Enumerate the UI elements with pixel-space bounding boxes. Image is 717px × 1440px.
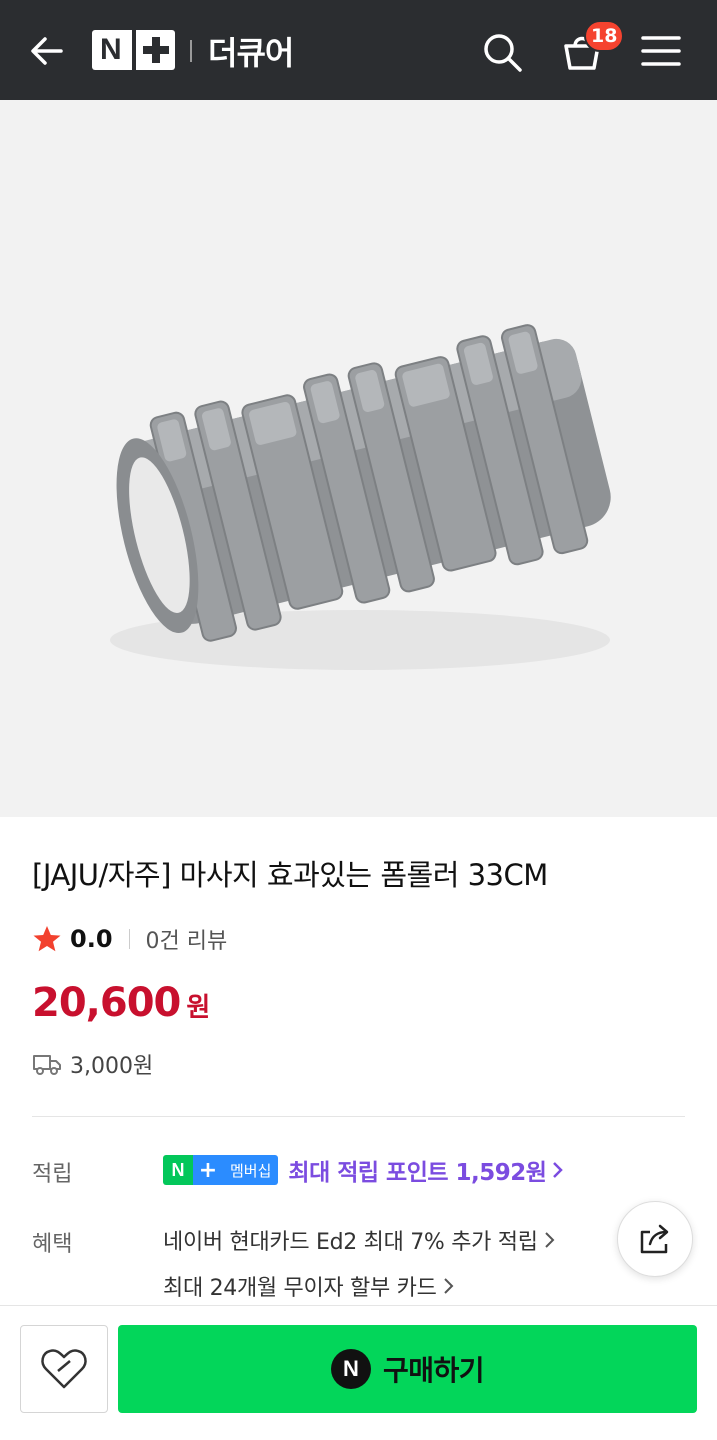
- logo-divider: [132, 30, 136, 70]
- top-app-bar: N 더큐어 18: [0, 0, 717, 100]
- back-arrow-icon[interactable]: [22, 26, 72, 76]
- logo-n-letter: N: [100, 33, 122, 66]
- truck-icon: [33, 1055, 61, 1075]
- section-divider: [32, 1116, 685, 1117]
- header-divider: [190, 40, 192, 62]
- badge-plus-icon: +: [193, 1155, 223, 1185]
- installment-offer-link[interactable]: 최대 24개월 무이자 할부 카드: [163, 1270, 455, 1302]
- share-button[interactable]: [617, 1201, 693, 1277]
- shipping-fee-row: 3,000원: [32, 1048, 153, 1080]
- chevron-right-icon: [443, 1278, 453, 1294]
- share-icon: [640, 1224, 669, 1254]
- chevron-right-icon: [553, 1162, 564, 1178]
- price-value: 20,600: [32, 980, 181, 1026]
- logo-plus-icon: [143, 37, 169, 63]
- badge-membership-text: 멤버십: [223, 1155, 279, 1185]
- points-label: 적립: [32, 1162, 73, 1187]
- menu-icon[interactable]: [636, 26, 686, 76]
- rating-row[interactable]: 0.0 0건 리뷰: [32, 922, 227, 956]
- naver-plus-store-logo[interactable]: N: [92, 30, 175, 70]
- wishlist-button[interactable]: [20, 1325, 108, 1413]
- installment-offer-text: 최대 24개월 무이자 할부 카드: [163, 1276, 437, 1301]
- buy-label: 구매하기: [382, 1354, 485, 1387]
- badge-n-letter: N: [163, 1155, 193, 1185]
- heart-icon: [41, 1349, 87, 1389]
- store-name[interactable]: 더큐어: [208, 28, 294, 74]
- review-count[interactable]: 0건 리뷰: [146, 923, 228, 955]
- product-title: [JAJU/자주] 마사지 효과있는 폼롤러 33CM: [32, 858, 548, 892]
- price-unit: 원: [186, 993, 211, 1023]
- product-image[interactable]: [0, 100, 717, 817]
- cart-count-badge: 18: [584, 20, 625, 52]
- star-icon: [33, 926, 61, 952]
- buy-button[interactable]: N 구매하기: [118, 1325, 697, 1413]
- shipping-fee: 3,000원: [70, 1054, 154, 1079]
- search-icon[interactable]: [476, 26, 528, 78]
- membership-points-row[interactable]: N + 멤버십 최대 적립 포인트 1,592원: [163, 1153, 564, 1187]
- card-offer-text: 네이버 현대카드 Ed2 최대 7% 추가 적립: [163, 1230, 538, 1255]
- naver-pay-icon: N: [330, 1349, 371, 1389]
- rating-value: 0.0: [70, 925, 113, 953]
- max-points-text: 최대 적립 포인트 1,592원: [288, 1160, 547, 1186]
- benefit-label: 혜택: [32, 1232, 73, 1257]
- foam-roller-illustration: [110, 324, 611, 670]
- chevron-right-icon: [544, 1232, 555, 1248]
- bottom-action-bar: N 구매하기: [0, 1305, 717, 1440]
- naver-plus-membership-badge: N + 멤버십: [163, 1155, 279, 1185]
- rating-divider: [128, 929, 130, 949]
- price: 20,600 원: [32, 980, 210, 1026]
- card-offer-link[interactable]: 네이버 현대카드 Ed2 최대 7% 추가 적립: [163, 1224, 556, 1256]
